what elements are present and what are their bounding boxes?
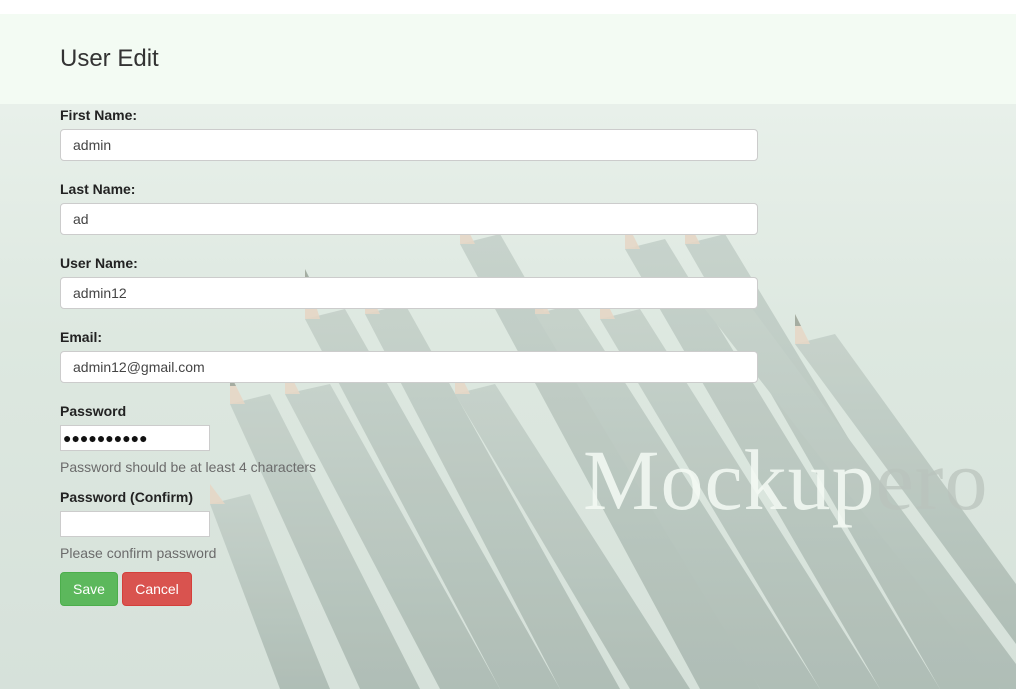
email-label: Email: (60, 329, 103, 345)
page: Mockupero User Edit First Name: admin La… (0, 0, 1016, 689)
first-name-input[interactable]: admin (60, 129, 758, 161)
password-label: Password (60, 403, 127, 419)
page-header: User Edit (0, 14, 1016, 104)
last-name-input[interactable]: ad (60, 203, 758, 235)
password-confirm-input[interactable] (60, 511, 210, 537)
user-name-label: User Name: (60, 255, 138, 271)
watermark-main: Mockup (583, 432, 876, 528)
first-name-label: First Name: (60, 107, 138, 123)
password-input[interactable]: ●●●●●●●●●● (60, 425, 210, 451)
mockupero-watermark: Mockupero (583, 430, 988, 530)
page-title: User Edit (60, 45, 159, 72)
password-confirm-label: Password (Confirm) (60, 489, 194, 505)
password-confirm-help-text: Please confirm password (60, 545, 217, 561)
email-input[interactable]: admin12@gmail.com (60, 351, 758, 383)
watermark-faded: ero (875, 432, 989, 528)
save-button[interactable]: Save (60, 572, 118, 606)
cancel-button[interactable]: Cancel (122, 572, 192, 606)
top-strip (0, 0, 1016, 14)
user-name-input[interactable]: admin12 (60, 277, 758, 309)
password-help-text: Password should be at least 4 characters (60, 459, 317, 475)
last-name-label: Last Name: (60, 181, 136, 197)
password-masked-value: ●●●●●●●●●● (63, 430, 148, 446)
